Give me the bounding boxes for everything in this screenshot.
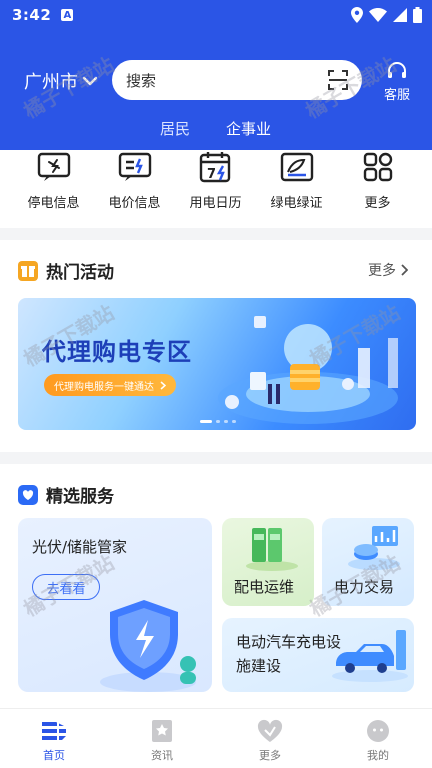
quick-item-label: 停电信息 [27,196,80,211]
segment-resident[interactable]: 居民 [160,118,190,139]
status-icons [351,7,422,23]
featured-title: 精选服务 [46,487,114,507]
battery-icon [413,7,422,23]
quick-item-calendar[interactable]: 7 用电日历 [175,150,256,228]
hot-title: 热门活动 [46,263,114,283]
distribution-om-label: 配电运维 [234,578,295,596]
section-title-featured: 精选服务 [18,482,114,507]
home-icon [42,721,66,741]
tab-label: 我的 [367,749,389,762]
tab-news[interactable]: 资讯 [108,709,216,768]
power-trading-label: 电力交易 [334,578,395,596]
hot-more-link[interactable]: 更多 [368,260,408,280]
bottom-tab-bar: 首页 资讯 更多 我的 [0,708,432,768]
carousel-indicator [200,420,236,423]
pv-storage-card[interactable]: 光伏/储能管家 去看看 [18,518,212,692]
heart-badge-icon [18,484,38,505]
quick-item-green-cert[interactable]: 绿电绿证 [256,150,337,228]
headset-icon [387,62,406,78]
search-input[interactable]: 搜索 [112,60,362,100]
grid-icon [363,150,393,184]
quick-item-label: 绿电绿证 [270,196,323,211]
news-icon [152,720,172,742]
section-title-hot: 热门活动 [18,258,114,283]
segment-enterprise[interactable]: 企事业 [226,118,271,139]
price-icon [118,150,152,184]
carousel-dot [232,420,236,423]
status-bar: 3:42 A [0,0,432,30]
view-button[interactable]: 去看看 [32,574,100,600]
wifi-icon [369,8,387,22]
chevron-down-icon [82,76,98,86]
certificate-icon [280,150,314,184]
quick-item-more[interactable]: 更多 [337,150,418,228]
service-label: 客服 [383,88,410,103]
shield-icon [100,600,196,692]
status-time: 3:42 [12,6,52,24]
signal-icon [393,8,407,22]
heart-icon [257,719,283,742]
power-trading-card[interactable]: 电力交易 [322,518,414,606]
city-label: 广州市 [24,72,78,93]
carousel-dot [200,420,212,423]
ev-charging-card[interactable]: 电动汽车充电设施建设 [222,618,414,692]
search-placeholder: 搜索 [126,71,157,90]
power-outage-icon [37,150,71,184]
featured-services-section: 精选服务 光伏/储能管家 去看看 配电运维 电力交易 电动汽车充电设施建设 [0,464,432,708]
scan-icon[interactable] [328,70,348,90]
tab-label: 更多 [259,749,281,762]
battery-pack-icon [246,528,298,571]
trading-chart-icon [348,526,400,570]
ev-car-icon [332,630,408,682]
banner-cta-label: 代理购电服务一键通达 [54,381,154,393]
city-selector[interactable]: 广州市 [24,68,98,94]
chevron-right-icon [401,264,408,276]
location-icon [351,7,363,23]
hot-activities-section: 热门活动 更多 代理购电专区 代理购电服务一键通达 [0,240,432,452]
quick-item-label: 更多 [364,196,391,211]
more-label: 更多 [368,263,396,279]
profile-icon [367,720,389,742]
carousel-dot [224,420,228,423]
quick-item-label: 用电日历 [189,196,242,211]
customer-service-button[interactable]: 客服 [384,60,410,103]
carousel-dot [216,420,220,423]
calendar-icon: 7 [199,150,233,184]
quick-item-label: 电价信息 [108,196,161,211]
header: 3:42 A 广州市 搜索 客服 居民 企事业 [0,0,432,150]
distribution-om-card[interactable]: 配电运维 [222,518,314,606]
tab-home[interactable]: 首页 [0,709,108,768]
quick-item-outage[interactable]: 停电信息 [13,150,94,228]
tab-profile[interactable]: 我的 [324,709,432,768]
banner-cta-button[interactable]: 代理购电服务一键通达 [44,374,176,396]
chevron-right-icon [160,380,166,390]
tab-label: 首页 [43,749,65,762]
banner-title: 代理购电专区 [42,338,192,366]
app-notification-icon: A [61,9,74,21]
quick-item-price[interactable]: 电价信息 [94,150,175,228]
activity-banner[interactable]: 代理购电专区 代理购电服务一键通达 [18,298,416,430]
tab-more[interactable]: 更多 [216,709,324,768]
gift-icon [18,260,38,281]
tab-label: 资讯 [151,749,173,762]
pv-storage-title: 光伏/储能管家 [32,538,128,556]
svg-text:7: 7 [207,167,216,182]
quick-entry-row: 停电信息 电价信息 7 用电日历 绿电绿证 更多 [0,150,432,228]
